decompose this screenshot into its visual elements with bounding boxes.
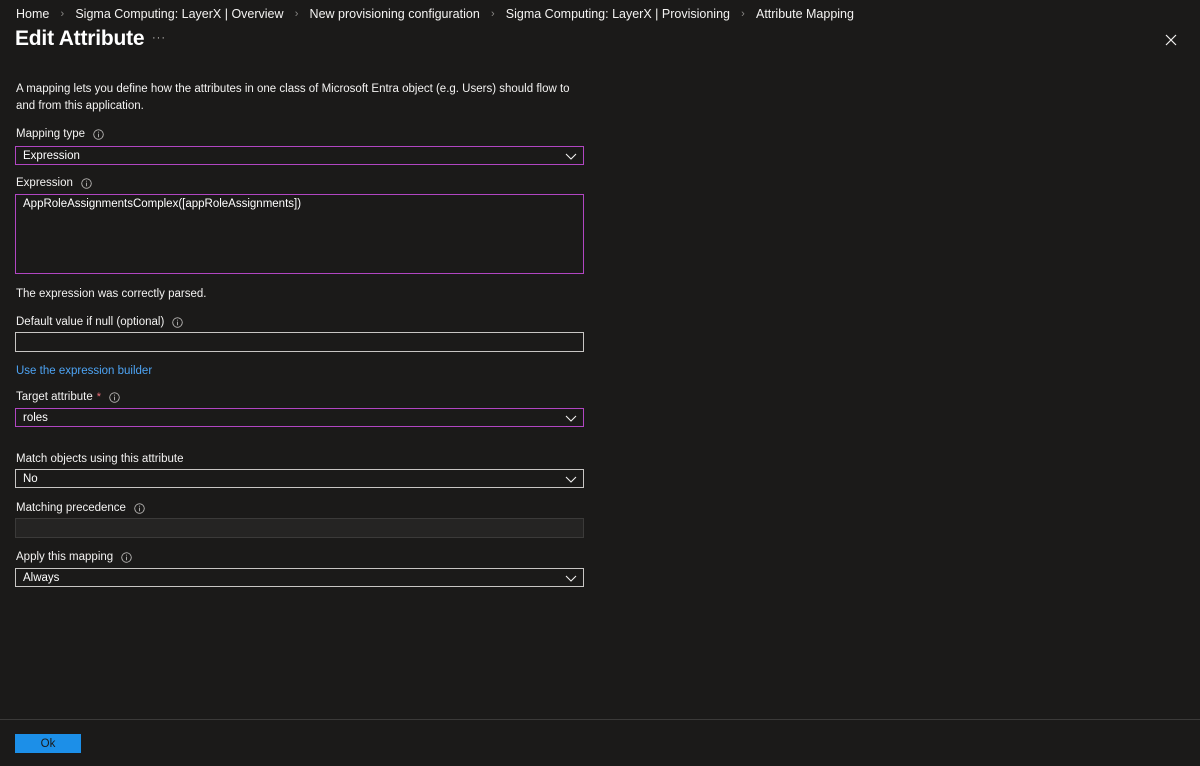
required-asterisk: * — [96, 391, 101, 403]
default-value-label-text: Default value if null (optional) — [16, 316, 165, 328]
breadcrumb-home[interactable]: Home — [16, 7, 49, 21]
matching-precedence-input — [15, 518, 584, 538]
chevron-down-icon — [565, 476, 577, 483]
apply-mapping-label: Apply this mapping — [16, 551, 132, 563]
ok-button[interactable]: Ok — [15, 734, 81, 753]
chevron-right-icon: › — [490, 8, 495, 20]
mapping-type-value: Expression — [23, 149, 80, 162]
chevron-down-icon — [565, 153, 577, 160]
page-description: A mapping lets you define how the attrib… — [16, 83, 570, 112]
info-icon[interactable] — [134, 502, 145, 514]
default-value-input[interactable] — [15, 332, 584, 352]
breadcrumb-attribute-mapping[interactable]: Attribute Mapping — [756, 7, 854, 21]
footer-divider — [0, 719, 1200, 720]
info-icon[interactable] — [93, 128, 104, 140]
mapping-type-label: Mapping type — [16, 128, 104, 140]
breadcrumb: Home › Sigma Computing: LayerX | Overvie… — [16, 6, 854, 22]
chevron-right-icon: › — [294, 8, 299, 20]
apply-mapping-label-text: Apply this mapping — [16, 551, 114, 563]
info-icon[interactable] — [109, 391, 120, 403]
match-objects-label-text: Match objects using this attribute — [16, 453, 184, 465]
matching-precedence-label: Matching precedence — [16, 502, 145, 514]
expression-label: Expression — [16, 177, 92, 189]
target-attribute-label: Target attribute * — [16, 391, 120, 403]
matching-precedence-label-text: Matching precedence — [16, 502, 126, 514]
info-icon[interactable] — [121, 551, 132, 563]
chevron-down-icon — [565, 415, 577, 422]
match-objects-label: Match objects using this attribute — [16, 453, 183, 465]
apply-mapping-value: Always — [23, 571, 60, 584]
target-attribute-value: roles — [23, 411, 48, 424]
info-icon[interactable] — [81, 177, 92, 189]
parse-status-text: The expression was correctly parsed. — [16, 288, 207, 300]
breadcrumb-new-provisioning-config[interactable]: New provisioning configuration — [310, 7, 480, 21]
close-icon[interactable] — [1163, 32, 1179, 48]
match-objects-dropdown[interactable]: No — [15, 469, 584, 488]
chevron-right-icon: › — [741, 8, 745, 20]
breadcrumb-app-overview[interactable]: Sigma Computing: LayerX | Overview — [75, 7, 283, 21]
expression-builder-link[interactable]: Use the expression builder — [16, 365, 152, 377]
info-icon[interactable] — [172, 316, 183, 328]
target-attribute-label-text: Target attribute — [16, 391, 93, 403]
more-icon[interactable]: ··· — [150, 32, 168, 48]
match-objects-value: No — [23, 472, 38, 485]
expression-textarea[interactable]: AppRoleAssignmentsComplex([appRoleAssign… — [15, 194, 584, 274]
default-value-label: Default value if null (optional) — [16, 316, 183, 328]
page-title: Edit Attribute — [15, 27, 145, 50]
expression-label-text: Expression — [16, 177, 73, 189]
chevron-right-icon: › — [60, 8, 65, 20]
breadcrumb-app-provisioning[interactable]: Sigma Computing: LayerX | Provisioning — [506, 7, 730, 21]
target-attribute-dropdown[interactable]: roles — [15, 408, 584, 427]
apply-mapping-dropdown[interactable]: Always — [15, 568, 584, 587]
mapping-type-label-text: Mapping type — [16, 128, 86, 140]
chevron-down-icon — [565, 575, 577, 582]
mapping-type-dropdown[interactable]: Expression — [15, 146, 584, 165]
